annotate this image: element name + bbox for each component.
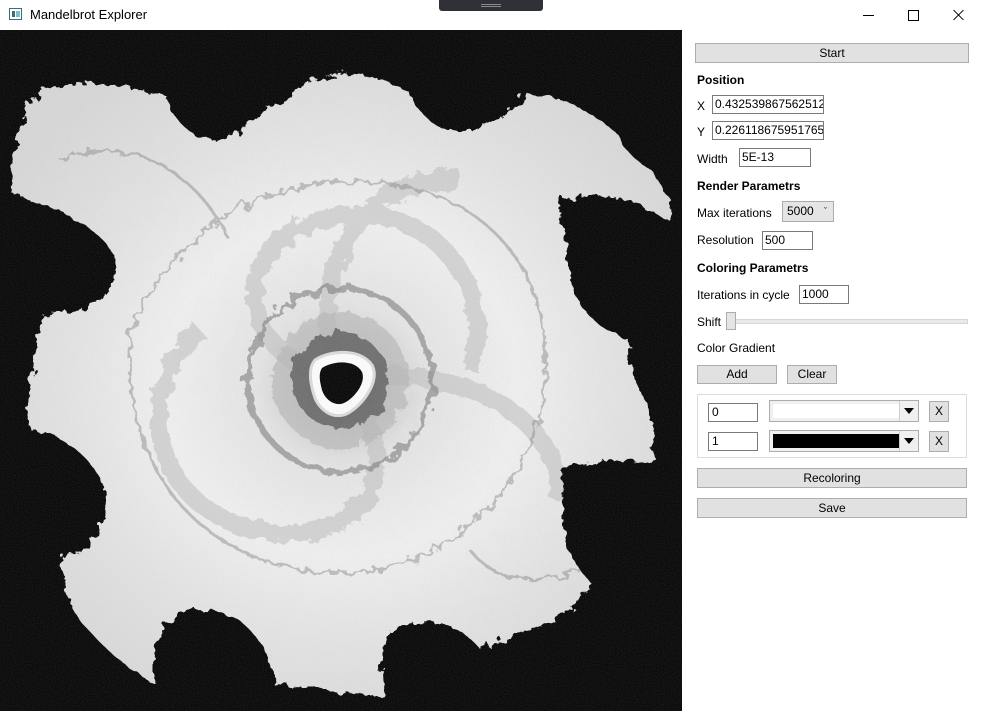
resolution-input[interactable]: 500 bbox=[762, 231, 813, 250]
y-label: Y bbox=[697, 125, 706, 139]
control-panel: Start Position X 0.432539867562512 Y 0.2… bbox=[682, 30, 982, 711]
add-stop-button[interactable]: Add bbox=[697, 365, 777, 384]
coloring-header: Coloring Parametrs bbox=[697, 261, 809, 275]
close-button[interactable] bbox=[936, 0, 982, 30]
remove-stop-button[interactable]: X bbox=[929, 431, 949, 452]
recoloring-button[interactable]: Recoloring bbox=[697, 468, 967, 488]
color-swatch bbox=[773, 404, 899, 418]
gradient-stop-list: 0 X 1 X bbox=[697, 394, 967, 458]
resolution-label: Resolution bbox=[697, 233, 754, 247]
title-bar[interactable]: Mandelbrot Explorer bbox=[0, 0, 982, 30]
main-window: Mandelbrot Explorer Start Position X 0.4… bbox=[0, 0, 982, 711]
shift-slider-thumb[interactable] bbox=[726, 312, 736, 330]
iterations-in-cycle-input[interactable]: 1000 bbox=[799, 285, 849, 304]
max-iterations-value: 5000 bbox=[787, 204, 814, 218]
start-button[interactable]: Start bbox=[695, 43, 969, 63]
stop-offset-input[interactable]: 0 bbox=[708, 403, 758, 422]
position-header: Position bbox=[697, 73, 745, 87]
width-label: Width bbox=[697, 152, 728, 166]
window-title: Mandelbrot Explorer bbox=[30, 7, 148, 22]
minimize-icon bbox=[862, 14, 874, 16]
close-icon bbox=[953, 9, 965, 21]
shift-label: Shift bbox=[697, 315, 722, 329]
fractal-canvas[interactable] bbox=[0, 30, 682, 711]
minimize-button[interactable] bbox=[845, 0, 891, 30]
iterations-in-cycle-label: Iterations in cycle bbox=[697, 288, 790, 302]
fractal-image bbox=[0, 30, 682, 711]
chevron-down-icon: ˇ bbox=[824, 206, 827, 216]
y-input[interactable]: 0.226118675951765 bbox=[712, 121, 824, 140]
color-swatch bbox=[773, 434, 899, 448]
clear-stops-button[interactable]: Clear bbox=[787, 365, 837, 384]
maximize-icon bbox=[907, 9, 919, 21]
x-input[interactable]: 0.432539867562512 bbox=[712, 95, 824, 114]
drag-handle[interactable] bbox=[439, 0, 543, 11]
app-icon bbox=[9, 8, 22, 20]
maximize-button[interactable] bbox=[890, 0, 936, 30]
dropdown-arrow-icon bbox=[899, 431, 918, 451]
remove-stop-button[interactable]: X bbox=[929, 401, 949, 422]
save-button[interactable]: Save bbox=[697, 498, 967, 518]
x-label: X bbox=[697, 99, 706, 113]
render-header: Render Parametrs bbox=[697, 179, 801, 193]
stop-offset-input[interactable]: 1 bbox=[708, 432, 758, 451]
dropdown-arrow-icon bbox=[899, 401, 918, 421]
stop-color-picker[interactable] bbox=[769, 430, 919, 452]
width-input[interactable]: 5E-13 bbox=[739, 148, 811, 167]
shift-slider-track[interactable] bbox=[730, 319, 968, 324]
max-iterations-select[interactable]: 5000 ˇ bbox=[782, 201, 834, 222]
stop-color-picker[interactable] bbox=[769, 400, 919, 422]
color-gradient-label: Color Gradient bbox=[697, 341, 776, 355]
max-iterations-label: Max iterations bbox=[697, 206, 772, 220]
